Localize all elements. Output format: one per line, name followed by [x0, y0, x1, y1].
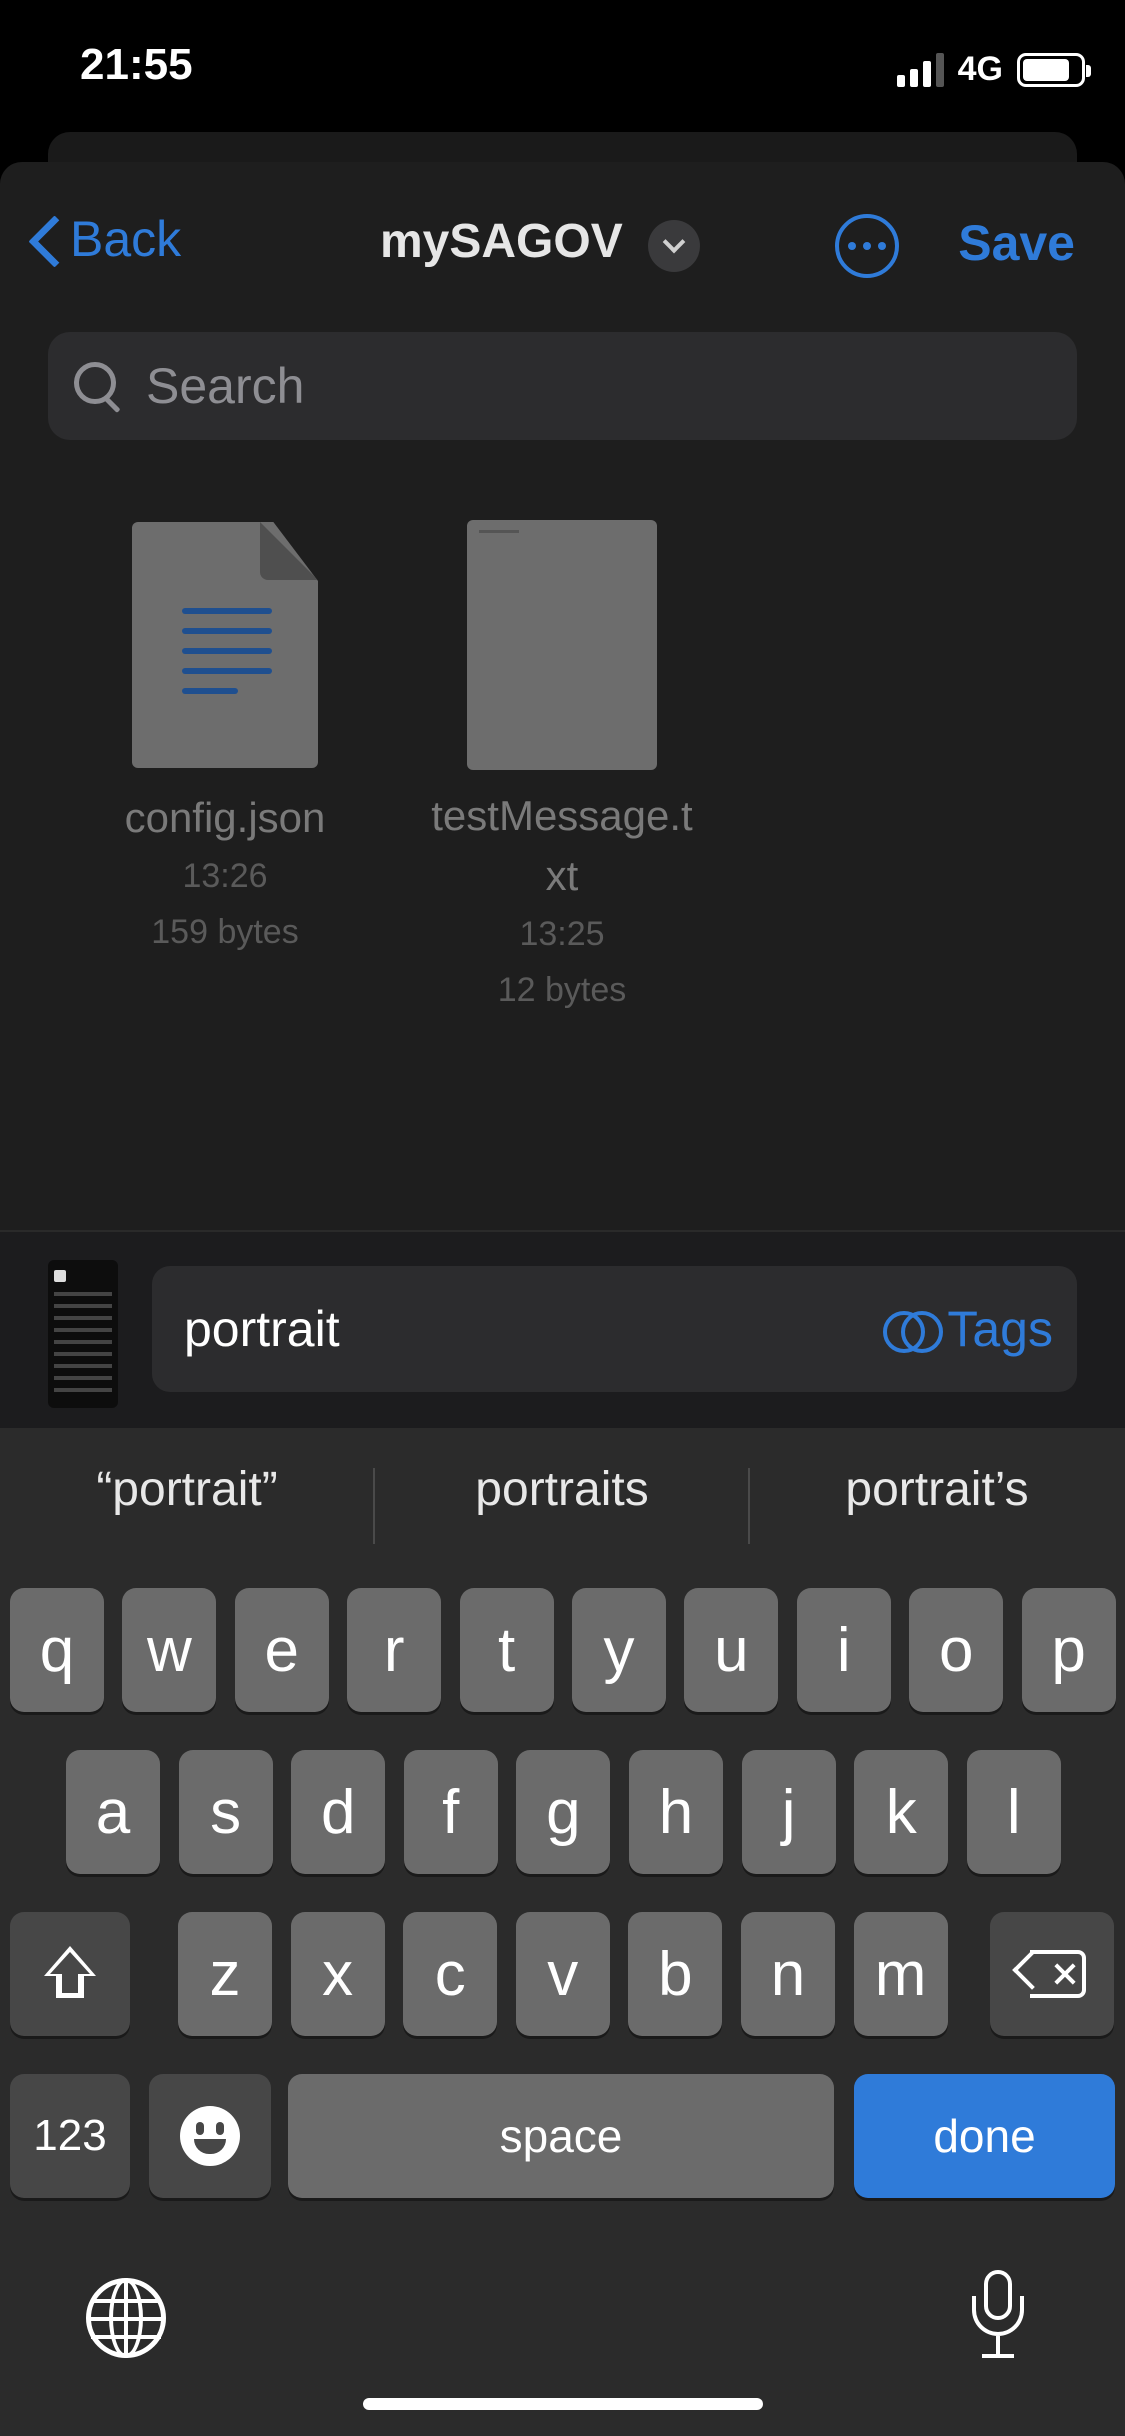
tags-button[interactable]: Tags: [883, 1300, 1053, 1358]
search-icon: [68, 356, 128, 416]
home-indicator: [363, 2398, 763, 2410]
key-p[interactable]: p: [1021, 1588, 1116, 1712]
file-size: 12 bytes: [497, 971, 627, 1009]
key-t[interactable]: t: [459, 1588, 554, 1712]
file-size: 159 bytes: [151, 913, 299, 951]
chevron-down-icon[interactable]: [648, 220, 700, 272]
delete-icon: [1012, 1950, 1088, 1998]
file-name-line2: xt: [545, 852, 579, 899]
navigation-bar: Back mySAGOV Save: [0, 162, 1125, 332]
save-button[interactable]: Save: [958, 214, 1075, 272]
globe-icon[interactable]: [86, 2278, 166, 2358]
battery-icon: [1017, 52, 1091, 87]
key-e[interactable]: e: [234, 1588, 329, 1712]
key-f[interactable]: f: [403, 1750, 498, 1874]
key-g[interactable]: g: [516, 1750, 611, 1874]
chevron-left-icon: [26, 211, 56, 267]
more-options-button[interactable]: [835, 214, 899, 278]
suggestion-item[interactable]: portrait’s: [750, 1462, 1124, 1517]
file-grid: config.json 13:26 159 bytes testMessage.…: [0, 520, 1125, 1082]
signal-icon: [896, 52, 944, 87]
document-icon: [132, 522, 318, 768]
numbers-key[interactable]: 123: [10, 2074, 130, 2198]
key-h[interactable]: h: [629, 1750, 723, 1874]
back-button[interactable]: Back: [26, 210, 181, 268]
key-d[interactable]: d: [291, 1750, 386, 1874]
search-placeholder: Search: [146, 358, 305, 414]
filename-input[interactable]: portrait Tags: [152, 1266, 1077, 1392]
key-w[interactable]: w: [122, 1588, 217, 1712]
status-time: 21:55: [80, 40, 193, 89]
key-l[interactable]: l: [966, 1750, 1061, 1874]
emoji-key[interactable]: [149, 2074, 271, 2198]
key-u[interactable]: u: [684, 1588, 779, 1712]
tags-icon: [883, 1311, 944, 1353]
shift-key[interactable]: [10, 1912, 130, 2036]
file-browser-sheet: Back mySAGOV Save Search config.json 13:…: [0, 162, 1125, 1232]
key-o[interactable]: o: [909, 1588, 1004, 1712]
key-x[interactable]: x: [290, 1912, 385, 2036]
search-field[interactable]: Search: [48, 332, 1077, 440]
file-item-testmessage[interactable]: testMessage.t xt 13:25 12 bytes: [412, 520, 712, 1018]
shift-icon: [40, 1946, 100, 2002]
key-k[interactable]: k: [854, 1750, 949, 1874]
key-z[interactable]: z: [178, 1912, 272, 2036]
keyboard: “portrait” portraits portrait’s qwertyui…: [0, 1428, 1125, 2436]
file-name: config.json: [124, 794, 326, 841]
key-c[interactable]: c: [403, 1912, 498, 2036]
file-time: 13:26: [182, 857, 268, 895]
text-file-icon: [467, 520, 657, 770]
emoji-icon: [180, 2106, 240, 2166]
folder-title[interactable]: mySAGOV: [380, 214, 623, 269]
done-key[interactable]: done: [854, 2074, 1115, 2198]
space-key[interactable]: space: [288, 2074, 834, 2198]
suggestion-item[interactable]: portraits: [375, 1462, 749, 1517]
key-y[interactable]: y: [572, 1588, 666, 1712]
key-r[interactable]: r: [347, 1588, 442, 1712]
status-bar: 21:55 4G: [0, 0, 1125, 140]
filename-bar: portrait Tags: [0, 1232, 1125, 1428]
screenshot-thumbnail: [48, 1260, 118, 1408]
delete-key[interactable]: [990, 1912, 1114, 2036]
microphone-icon[interactable]: [968, 2270, 1028, 2362]
key-a[interactable]: a: [66, 1750, 160, 1874]
key-n[interactable]: n: [741, 1912, 835, 2036]
file-item-config[interactable]: config.json 13:26 159 bytes: [75, 522, 375, 960]
key-m[interactable]: m: [853, 1912, 948, 2036]
key-v[interactable]: v: [515, 1912, 610, 2036]
suggestion-item[interactable]: “portrait”: [0, 1462, 374, 1517]
key-q[interactable]: q: [10, 1588, 104, 1712]
tags-label: Tags: [947, 1301, 1053, 1357]
file-time: 13:25: [519, 915, 605, 953]
back-label: Back: [70, 211, 182, 267]
network-label: 4G: [957, 50, 1003, 88]
key-j[interactable]: j: [741, 1750, 836, 1874]
status-indicators: 4G: [896, 50, 1091, 89]
key-i[interactable]: i: [796, 1588, 891, 1712]
key-b[interactable]: b: [628, 1912, 723, 2036]
key-s[interactable]: s: [178, 1750, 273, 1874]
filename-value: portrait: [184, 1301, 340, 1357]
suggestion-bar: “portrait” portraits portrait’s: [0, 1428, 1125, 1578]
file-name-line1: testMessage.t: [431, 792, 693, 839]
